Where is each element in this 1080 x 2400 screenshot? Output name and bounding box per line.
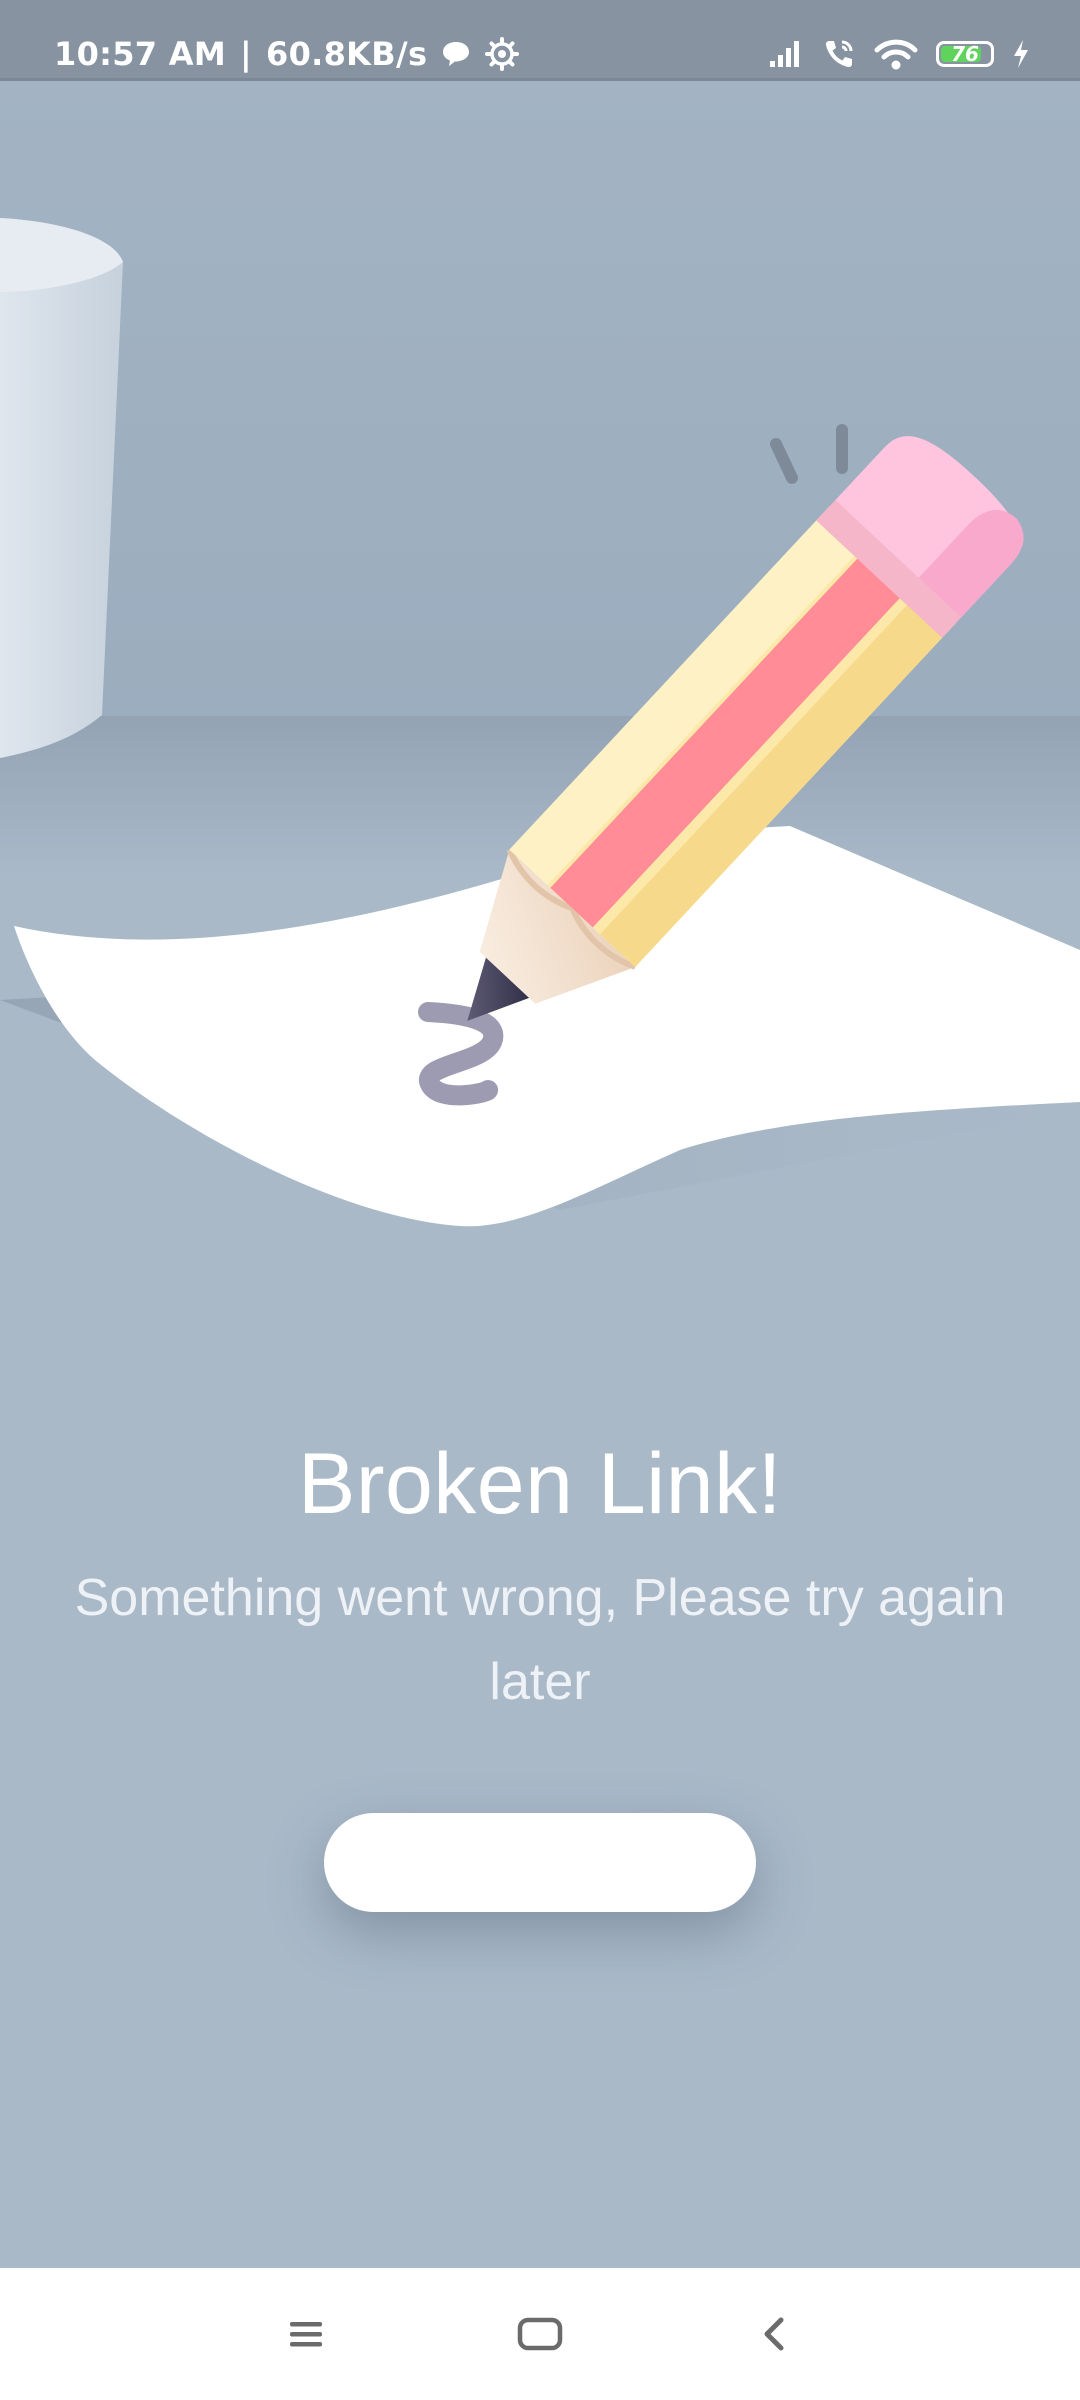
status-left: 10:57 AM | 60.8KB/s bbox=[54, 30, 520, 78]
signal-icon bbox=[768, 39, 804, 69]
status-right: 76 bbox=[768, 30, 1030, 78]
retry-button[interactable] bbox=[324, 1813, 756, 1912]
error-title: Broken Link! bbox=[297, 1436, 783, 1532]
battery-level: 76 bbox=[951, 42, 979, 66]
wifi-icon bbox=[874, 38, 918, 70]
error-message: Something went wrong, Please try again l… bbox=[74, 1569, 1006, 1711]
home-icon[interactable] bbox=[500, 2304, 580, 2364]
back-icon[interactable] bbox=[734, 2304, 814, 2364]
status-bar: 10:57 AM | 60.8KB/s 76 bbox=[0, 0, 1080, 81]
menu-icon[interactable] bbox=[266, 2304, 346, 2364]
battery-icon: 76 bbox=[936, 41, 994, 67]
broken-link-illustration bbox=[0, 81, 1080, 1227]
navigation-bar bbox=[0, 2268, 1080, 2400]
chat-bubble-icon bbox=[441, 40, 471, 68]
gear-icon bbox=[485, 37, 520, 71]
status-time: 10:57 AM bbox=[54, 35, 227, 73]
charging-icon bbox=[1012, 39, 1030, 69]
network-speed: 60.8KB/s bbox=[266, 35, 428, 73]
wifi-calling-icon bbox=[822, 37, 856, 71]
status-separator: | bbox=[240, 35, 253, 73]
